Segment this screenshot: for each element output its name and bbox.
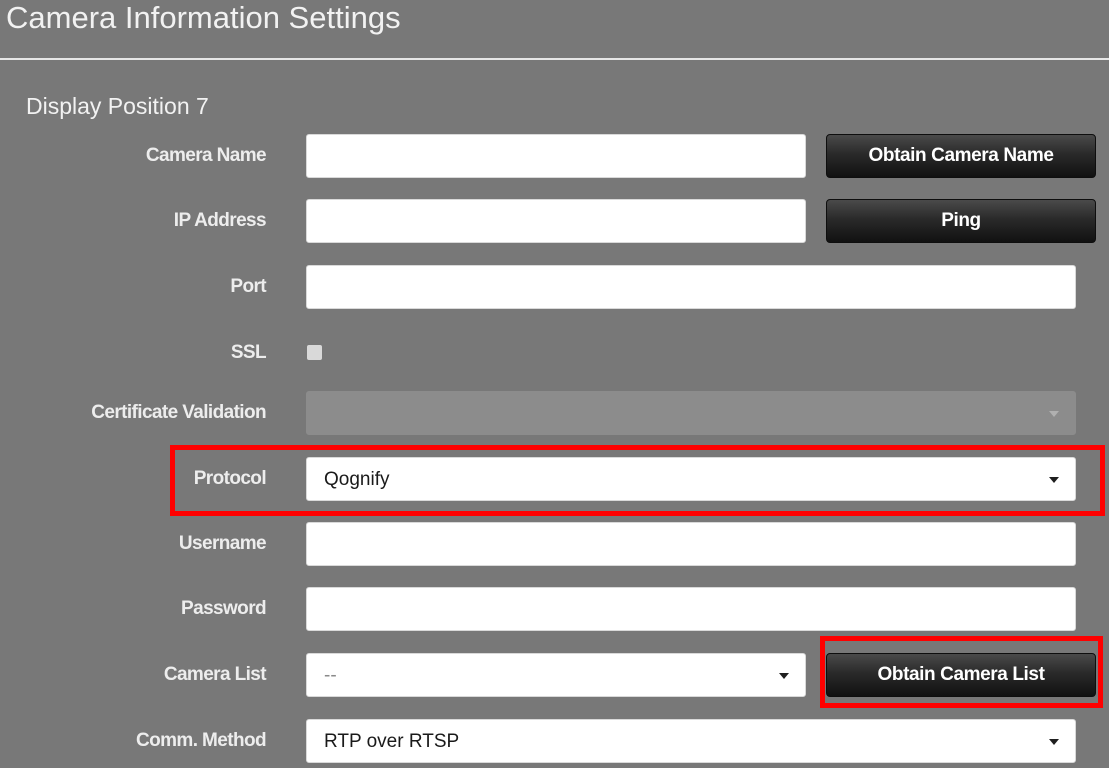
comm-method-select[interactable]: RTP over RTSP: [306, 719, 1076, 763]
title-divider: [0, 58, 1109, 60]
camera-list-value: --: [324, 665, 337, 686]
port-label: Port: [230, 276, 266, 297]
ssl-checkbox[interactable]: [307, 345, 322, 360]
obtain-camera-name-button[interactable]: Obtain Camera Name: [826, 134, 1096, 178]
ip-address-input[interactable]: [306, 199, 806, 243]
camera-information-settings-page: Camera Information Settings Display Posi…: [0, 0, 1109, 768]
camera-name-input[interactable]: [306, 134, 806, 178]
ssl-label: SSL: [230, 342, 267, 363]
camera-list-label: Camera List: [163, 664, 267, 685]
comm-method-label: Comm. Method: [135, 730, 267, 751]
password-input[interactable]: [306, 587, 1076, 631]
caret-down-icon: [1049, 411, 1059, 417]
username-input[interactable]: [306, 522, 1076, 566]
section-title: Display Position 7: [26, 93, 209, 119]
username-label: Username: [178, 533, 267, 554]
ip-address-label: IP Address: [173, 210, 267, 231]
certificate-validation-select: [306, 391, 1076, 435]
certificate-validation-label: Certificate Validation: [91, 402, 266, 423]
camera-name-label: Camera Name: [145, 145, 267, 166]
password-label: Password: [181, 598, 267, 619]
ping-button[interactable]: Ping: [826, 199, 1096, 243]
caret-down-icon: [779, 673, 789, 679]
obtain-camera-list-highlight-box: [820, 636, 1103, 708]
protocol-highlight-box: [170, 445, 1105, 516]
caret-down-icon: [1049, 739, 1059, 745]
camera-list-select[interactable]: --: [306, 653, 806, 697]
port-input[interactable]: [306, 265, 1076, 309]
page-title: Camera Information Settings: [6, 0, 401, 35]
comm-method-value: RTP over RTSP: [324, 731, 460, 752]
